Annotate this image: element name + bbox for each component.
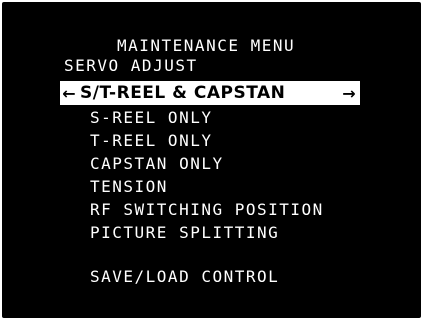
menu-item-save-load-control[interactable]: SAVE/LOAD CONTROL (90, 267, 279, 286)
menu-item-st-reel-capstan[interactable]: ← S/T-REEL & CAPSTAN → (60, 81, 360, 105)
section-heading-servo-adjust: SERVO ADJUST (64, 56, 198, 75)
maintenance-menu: MAINTENANCE MENU SERVO ADJUST ← S/T-REEL… (2, 2, 421, 318)
menu-item-s-reel-only[interactable]: S-REEL ONLY (90, 108, 212, 127)
menu-item-picture-splitting[interactable]: PICTURE SPLITTING (90, 223, 279, 242)
menu-title: MAINTENANCE MENU (117, 36, 296, 55)
menu-item-capstan-only[interactable]: CAPSTAN ONLY (90, 154, 224, 173)
monitor-screen: MAINTENANCE MENU SERVO ADJUST ← S/T-REEL… (2, 2, 421, 318)
arrow-right-icon: → (342, 83, 356, 103)
menu-item-t-reel-only[interactable]: T-REEL ONLY (90, 131, 212, 150)
selected-item-label: S/T-REEL & CAPSTAN (80, 83, 286, 103)
menu-item-rf-switching-position[interactable]: RF SWITCHING POSITION (90, 200, 324, 219)
menu-item-tension[interactable]: TENSION (90, 177, 168, 196)
arrow-left-icon: ← (62, 83, 76, 103)
